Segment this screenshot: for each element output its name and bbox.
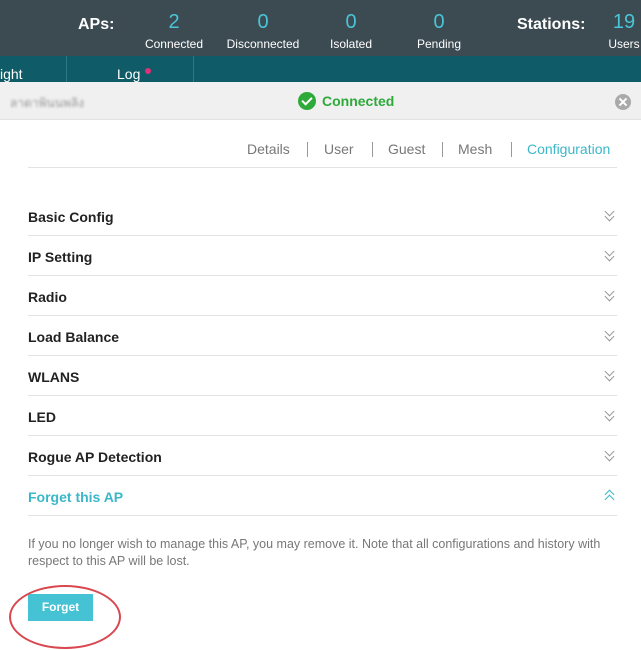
tab-user[interactable]: User xyxy=(324,141,354,157)
close-icon[interactable] xyxy=(615,94,631,110)
ap-panel-header: ลาดาพินนพลิง Connected xyxy=(0,82,641,120)
connection-status: Connected xyxy=(298,92,394,110)
stations-users-count: 19 xyxy=(612,11,636,33)
section-led[interactable]: LED xyxy=(28,396,617,436)
tab-mesh[interactable]: Mesh xyxy=(458,141,492,157)
chevron-double-down-icon xyxy=(604,286,615,302)
summary-bar: APs: 2 Connected 0 Disconnected 0 Isolat… xyxy=(0,0,641,56)
aps-isolated-label: Isolated xyxy=(329,37,373,51)
aps-pending-label: Pending xyxy=(416,37,462,51)
chevron-double-down-icon xyxy=(604,206,615,222)
connection-status-text: Connected xyxy=(322,93,395,109)
tab-divider xyxy=(307,142,308,157)
aps-connected-label: Connected xyxy=(144,37,204,51)
annotation-circle xyxy=(9,585,121,649)
tab-guest[interactable]: Guest xyxy=(388,141,425,157)
aps-disconnected-count: 0 xyxy=(257,11,269,33)
section-basic-config[interactable]: Basic Config xyxy=(28,196,617,236)
chevron-double-down-icon xyxy=(604,326,615,342)
section-forget-this-ap[interactable]: Forget this AP xyxy=(28,476,617,516)
tab-details[interactable]: Details xyxy=(247,141,290,157)
section-wlans[interactable]: WLANS xyxy=(28,356,617,396)
section-rogue-ap-detection[interactable]: Rogue AP Detection xyxy=(28,436,617,476)
aps-isolated-stat[interactable]: 0 Isolated xyxy=(322,10,380,52)
check-circle-icon xyxy=(298,92,316,110)
tab-configuration[interactable]: Configuration xyxy=(527,141,610,157)
stations-users-stat[interactable]: 19 Users xyxy=(604,10,641,52)
aps-pending-count: 0 xyxy=(433,11,445,33)
aps-pending-stat[interactable]: 0 Pending xyxy=(410,10,468,52)
section-label: LED xyxy=(28,409,56,425)
section-label: Radio xyxy=(28,289,67,305)
section-label: Forget this AP xyxy=(28,489,124,505)
section-label: IP Setting xyxy=(28,249,93,265)
forget-ap-note: If you no longer wish to manage this AP,… xyxy=(28,537,601,568)
stations-heading: Stations: xyxy=(517,16,586,33)
section-label: Rogue AP Detection xyxy=(28,449,162,465)
chevron-double-down-icon xyxy=(604,246,615,262)
nav-bar: ight Log xyxy=(0,56,641,82)
chevron-double-down-icon xyxy=(604,406,615,422)
nav-divider xyxy=(66,56,67,82)
section-ip-setting[interactable]: IP Setting xyxy=(28,236,617,276)
tab-divider xyxy=(511,142,512,157)
notification-dot-icon xyxy=(145,68,151,74)
aps-disconnected-label: Disconnected xyxy=(226,37,300,51)
section-label: WLANS xyxy=(28,369,80,385)
section-label: Basic Config xyxy=(28,209,114,225)
stations-users-label: Users xyxy=(608,37,640,51)
tab-divider xyxy=(442,142,443,157)
tab-divider xyxy=(372,142,373,157)
aps-heading: APs: xyxy=(78,16,115,33)
aps-connected-stat[interactable]: 2 Connected xyxy=(140,10,208,52)
nav-item-insight[interactable]: ight xyxy=(0,66,23,82)
aps-connected-count: 2 xyxy=(168,11,180,33)
ap-detail-tabs: Details User Guest Mesh Configuration xyxy=(28,140,617,168)
chevron-double-down-icon xyxy=(604,366,615,382)
section-radio[interactable]: Radio xyxy=(28,276,617,316)
aps-disconnected-stat[interactable]: 0 Disconnected xyxy=(222,10,304,52)
nav-item-log[interactable]: Log xyxy=(117,66,140,82)
chevron-double-up-icon xyxy=(604,488,615,505)
section-label: Load Balance xyxy=(28,329,120,345)
section-load-balance[interactable]: Load Balance xyxy=(28,316,617,356)
nav-divider xyxy=(193,56,194,82)
chevron-double-down-icon xyxy=(604,446,615,462)
aps-isolated-count: 0 xyxy=(345,11,357,33)
ap-name: ลาดาพินนพลิง xyxy=(10,96,85,110)
